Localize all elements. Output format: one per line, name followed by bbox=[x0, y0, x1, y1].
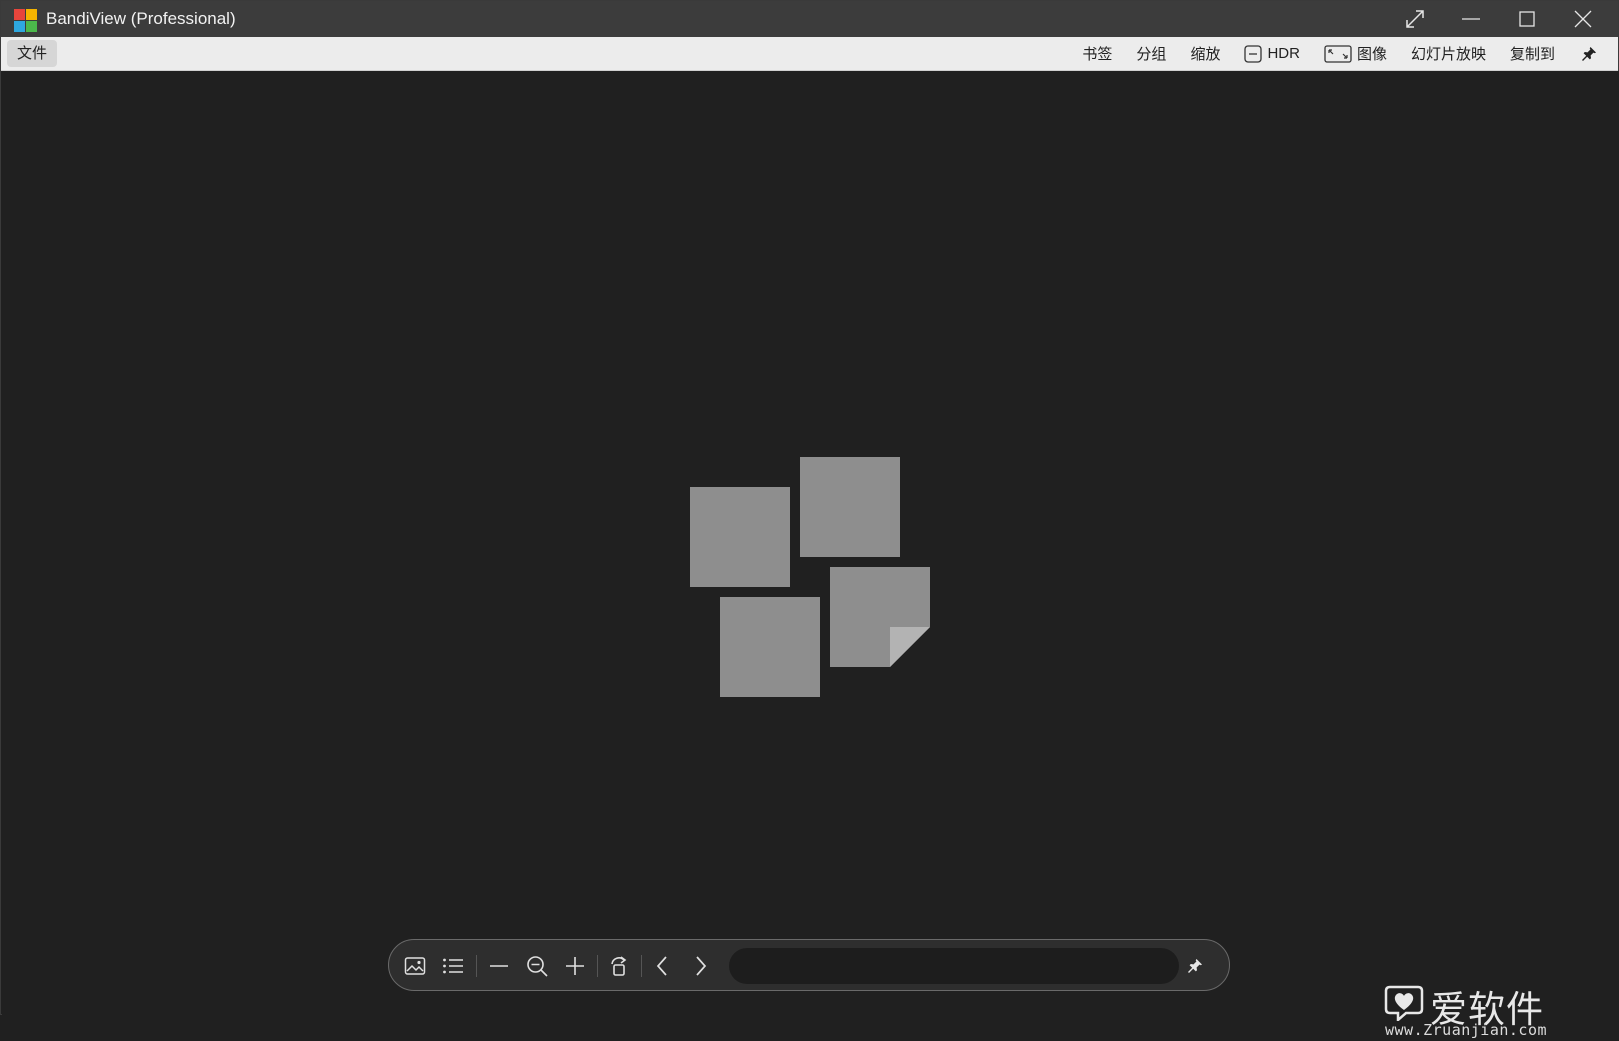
zoom-fit-button[interactable] bbox=[521, 950, 553, 982]
zoom-icon bbox=[527, 956, 548, 977]
menu-group-label: 分组 bbox=[1136, 46, 1167, 63]
next-button[interactable] bbox=[685, 950, 717, 982]
menu-zoom[interactable]: 缩放 bbox=[1190, 43, 1220, 64]
close-icon bbox=[1574, 10, 1592, 28]
image-icon bbox=[404, 957, 426, 975]
empty-placeholder-icon bbox=[690, 457, 930, 697]
thumbnail-view-button[interactable] bbox=[399, 950, 431, 982]
file-path-field[interactable] bbox=[729, 948, 1179, 984]
bandiview-logo-icon bbox=[14, 9, 37, 32]
menu-bookmarks-label: 书签 bbox=[1082, 46, 1113, 63]
menu-hdr-label: HDR bbox=[1267, 45, 1300, 62]
zoom-in-plus-icon bbox=[566, 957, 584, 975]
menu-group[interactable]: 分组 bbox=[1136, 43, 1166, 64]
file-list-button[interactable] bbox=[437, 950, 469, 982]
rotate-button[interactable] bbox=[603, 950, 635, 982]
menu-right-items: 书签 分组 缩放 HDR 图像 幻灯片放映 复制到 bbox=[1058, 37, 1602, 70]
menu-file[interactable]: 文件 bbox=[7, 40, 58, 67]
menu-bookmarks[interactable]: 书签 bbox=[1082, 43, 1112, 64]
zoom-out-minus-icon bbox=[490, 965, 508, 967]
toolbar-pin-button[interactable] bbox=[1179, 950, 1211, 982]
maximize-button[interactable] bbox=[1499, 1, 1555, 37]
toolbar-separator bbox=[476, 955, 477, 977]
pin-icon bbox=[1188, 959, 1202, 973]
menu-image[interactable]: 图像 bbox=[1324, 43, 1387, 64]
rotate-icon bbox=[611, 956, 627, 976]
menu-zoom-label: 缩放 bbox=[1190, 46, 1221, 63]
toolbar-separator bbox=[641, 955, 642, 977]
minimize-button[interactable] bbox=[1443, 1, 1499, 37]
window-title: BandiView (Professional) bbox=[46, 9, 236, 28]
bottom-toolbar bbox=[388, 939, 1230, 991]
menu-copy-to-label: 复制到 bbox=[1509, 46, 1555, 63]
zoom-out-button[interactable] bbox=[483, 950, 515, 982]
previous-button[interactable] bbox=[646, 950, 678, 982]
close-button[interactable] bbox=[1555, 1, 1611, 37]
title-bar[interactable]: BandiView (Professional) bbox=[1, 1, 1618, 37]
menu-slideshow[interactable]: 幻灯片放映 bbox=[1411, 43, 1486, 64]
app-window: BandiView (Professional) 文件 书签 分组 缩放 HDR… bbox=[0, 0, 1619, 1039]
watermark-logo-icon bbox=[1384, 985, 1424, 1021]
fullscreen-button[interactable] bbox=[1387, 1, 1443, 37]
menu-copy-to[interactable]: 复制到 bbox=[1510, 43, 1555, 64]
menu-image-label: 图像 bbox=[1356, 46, 1387, 63]
watermark: 爱软件 www.Zruanjian.com bbox=[1384, 981, 1564, 1041]
menu-bar: 文件 书签 分组 缩放 HDR 图像 幻灯片放映 复制到 bbox=[1, 37, 1618, 71]
toolbar-separator bbox=[597, 955, 598, 977]
zoom-in-button[interactable] bbox=[559, 950, 591, 982]
list-icon bbox=[443, 958, 463, 974]
menu-hdr[interactable]: HDR bbox=[1244, 44, 1300, 63]
minimize-icon bbox=[1462, 18, 1480, 20]
expand-icon bbox=[1406, 10, 1424, 28]
menu-pin-button[interactable] bbox=[1581, 46, 1602, 62]
next-icon bbox=[696, 956, 707, 976]
pin-icon bbox=[1582, 46, 1596, 61]
fit-image-icon bbox=[1324, 44, 1352, 63]
menu-slideshow-label: 幻灯片放映 bbox=[1410, 46, 1486, 63]
previous-icon bbox=[656, 956, 667, 976]
maximize-icon bbox=[1519, 11, 1535, 27]
hdr-toggle-icon bbox=[1244, 44, 1263, 63]
watermark-url: www.Zruanjian.com bbox=[1385, 1021, 1548, 1039]
image-viewer-area[interactable]: 爱软件 www.Zruanjian.com bbox=[2, 71, 1619, 1039]
